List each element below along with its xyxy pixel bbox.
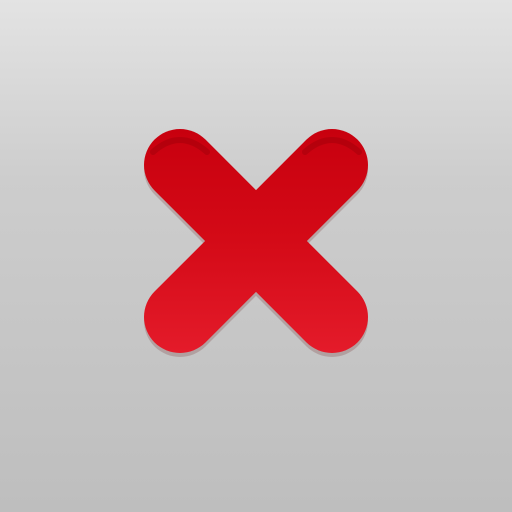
close-icon[interactable]	[0, 0, 512, 512]
icon-canvas	[0, 0, 512, 512]
